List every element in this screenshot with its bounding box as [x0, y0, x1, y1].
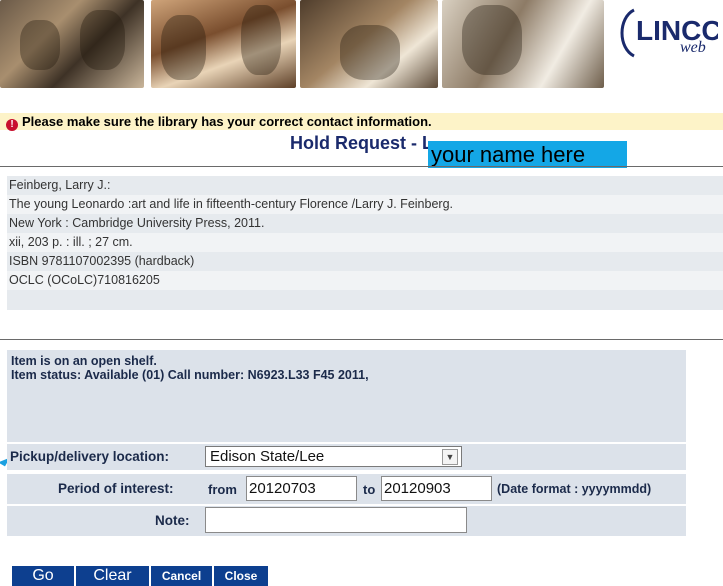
to-label: to [363, 482, 376, 497]
chevron-down-icon[interactable]: ▼ [442, 449, 458, 465]
pickup-location-select[interactable]: Edison State/Lee ▼ [205, 446, 462, 467]
header-banner: LINCC web [0, 0, 723, 92]
pickup-location-label: Pickup/delivery location: [10, 449, 170, 464]
clear-button[interactable]: Clear [76, 566, 149, 586]
name-overlay: your name here [428, 141, 627, 168]
bib-isbn: ISBN 9781107002395 (hardback) [7, 252, 723, 271]
lincc-web-logo: LINCC web [620, 8, 718, 58]
go-button[interactable]: Go [12, 566, 74, 586]
contact-info-notice: ! Please make sure the library has your c… [0, 113, 723, 131]
bib-physical-description: xii, 203 p. : ill. ; 27 cm. [7, 233, 723, 252]
note-input[interactable] [205, 507, 467, 533]
divider [0, 166, 723, 167]
item-status-panel: Item is on an open shelf. Item status: A… [7, 350, 686, 442]
from-date-input[interactable] [246, 476, 357, 501]
period-of-interest-row: Period of interest: from to (Date format… [7, 474, 686, 504]
note-row: Note: [7, 506, 686, 536]
pickup-location-value: Edison State/Lee [210, 448, 325, 465]
period-of-interest-label: Period of interest: [58, 481, 174, 496]
bib-title: The young Leonardo :art and life in fift… [7, 195, 723, 214]
bib-blank-row [7, 290, 723, 310]
notice-text: Please make sure the library has your co… [22, 114, 432, 129]
page-title-text: Hold Request - L [290, 133, 433, 153]
to-date-input[interactable] [381, 476, 492, 501]
date-format-hint: (Date format : yyyymmdd) [497, 482, 652, 496]
banner-photo-student-writing [300, 0, 438, 88]
divider [0, 339, 723, 340]
banner-photo-students-table [0, 0, 144, 88]
pickup-location-row: Pickup/delivery location: Edison State/L… [7, 444, 686, 470]
banner-photo-student-reading [442, 0, 604, 88]
logo-subtext: web [680, 39, 706, 56]
bib-oclc: OCLC (OCoLC)710816205 [7, 271, 723, 290]
cancel-button[interactable]: Cancel [151, 566, 212, 586]
item-status-call-number: Item status: Available (01) Call number:… [11, 368, 369, 382]
bib-publisher: New York : Cambridge University Press, 2… [7, 214, 723, 233]
bibliographic-record: Feinberg, Larry J.: The young Leonardo :… [7, 176, 723, 310]
note-label: Note: [155, 513, 190, 528]
close-button[interactable]: Close [214, 566, 268, 586]
bib-author: Feinberg, Larry J.: [7, 176, 723, 195]
from-label: from [208, 482, 237, 497]
shelf-status: Item is on an open shelf. [11, 354, 157, 368]
banner-photo-students-group [151, 0, 296, 88]
